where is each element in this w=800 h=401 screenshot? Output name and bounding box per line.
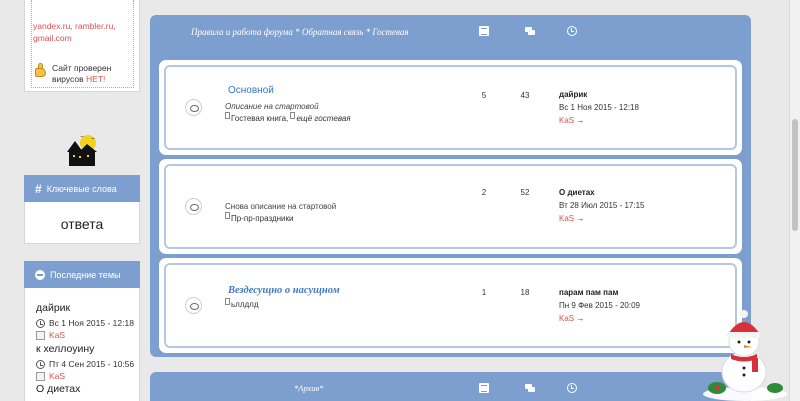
forum-row: Основной Описание на стартовой Гостевая … [159,60,742,155]
user-icon [36,330,45,340]
last-post-icon [567,383,577,393]
last-post-title[interactable]: дайрик [559,90,587,99]
keyword-link[interactable]: ответа [25,202,139,232]
posts-count: 52 [520,188,530,197]
scrollbar-thumb[interactable] [792,119,798,231]
last-post-date: Вс 1 Ноя 2015 - 12:18 [559,103,639,112]
forum-status-icon [185,198,202,215]
email-domains-note: yandex.ru, rambler.ru, gmail.com [33,20,116,44]
clock-icon [36,318,45,328]
latest-topics-widget-title: Последние темы [50,269,121,280]
go-to-post-icon[interactable]: → [576,116,584,125]
last-post-author[interactable]: KaS → [559,214,584,223]
latest-topics-widget-header: Последние темы [24,261,140,288]
subforum-link[interactable]: Гостевая книга, [231,114,288,123]
topics-icon [479,26,489,36]
forum-category: Правила и работа форума * Обратная связь… [150,15,751,357]
latest-topic-link[interactable]: к хеллоуину [36,343,94,355]
snowman-decoration [703,310,787,401]
subforum-list: Гостевая книга, ещё гостевая [225,112,351,123]
posts-icon [525,383,536,393]
virus-check-badge: Сайт проверен вирусов НЕТ! [33,63,111,85]
haunted-house-icon [67,135,97,166]
forum-title-link[interactable]: Вездесущно о насущном [228,285,340,296]
category-title[interactable]: Правила и работа форума * Обратная связь… [191,27,409,37]
hash-icon: # [35,181,42,196]
last-post-icon [567,26,577,36]
keywords-widget-header: # Ключевые слова [24,175,140,202]
page-scrollbar[interactable] [789,0,800,401]
latest-topic-user[interactable]: KaS [36,371,65,381]
latest-topic-date: Пт 4 Сен 2015 - 10:56 [36,359,134,369]
subforum-link[interactable]: ещё гостевая [296,114,350,123]
subforum-link[interactable]: Пр-пр-праздники [231,214,293,223]
user-icon [36,371,45,381]
go-to-post-icon[interactable]: → [576,214,584,223]
document-icon [225,112,230,119]
posts-count: 43 [520,91,530,100]
document-icon [225,212,230,219]
subforum-list: ьллдлд [225,298,259,309]
latest-topic-link[interactable]: дайрик [36,302,70,314]
category-title[interactable]: *Архив* [294,383,323,393]
last-post-author[interactable]: KaS → [559,116,584,125]
topics-count: 2 [481,188,487,197]
keywords-widget-title: Ключевые слова [46,183,117,194]
email-note-line-2: gmail.com [33,33,72,43]
go-to-post-icon[interactable]: → [576,314,584,323]
forum-description: Снова описание на стартовой [225,202,337,211]
thumbs-up-icon [33,63,50,80]
forum-description: Описание на стартовой [225,102,319,111]
last-post-title[interactable]: О диетах [559,188,595,197]
latest-topic-date: Вс 1 Ноя 2015 - 12:18 [36,318,134,328]
subforum-list: Пр-пр-праздники [225,212,293,223]
latest-topic-link[interactable]: О диетах [36,383,80,395]
last-post-title[interactable]: парам пам пам [559,288,618,297]
topics-icon [479,383,489,393]
topics-count: 1 [481,288,487,297]
forum-row: Снова описание на стартовой Пр-пр-праздн… [159,159,742,254]
forum-status-icon [185,297,202,314]
email-note-line-1: yandex.ru, rambler.ru, [33,21,116,31]
forum-status-icon [185,99,202,116]
subforum-link[interactable]: ьллдлд [231,300,259,309]
virus-check-status: НЕТ! [86,74,106,84]
document-icon [290,112,296,119]
topics-count: 5 [481,91,487,100]
last-post-date: Пн 9 Фев 2015 - 20:09 [559,301,640,310]
forum-category-archive: *Архив* [150,372,751,401]
keywords-widget-body: ответа [24,202,140,244]
latest-topics-widget-body: дайрик Вс 1 Ноя 2015 - 12:18 KaS к хелло… [24,288,140,401]
forum-row: Вездесущно о насущном ьллдлд 1 18 парам … [159,258,742,353]
latest-topic-user[interactable]: KaS [36,330,65,340]
partner-info-card: yandex.ru, rambler.ru, gmail.com Сайт пр… [24,0,140,92]
virus-check-line-1: Сайт проверен [52,63,112,73]
document-icon [225,298,230,305]
virus-check-line-2: вирусов [52,74,84,84]
clock-icon [36,359,45,369]
last-post-author[interactable]: KaS → [559,314,584,323]
forum-title-link[interactable]: Основной [228,85,274,96]
last-post-date: Вт 28 Июл 2015 - 17:15 [559,201,645,210]
posts-icon [525,26,536,36]
minus-circle-icon [35,269,45,280]
posts-count: 18 [520,288,530,297]
